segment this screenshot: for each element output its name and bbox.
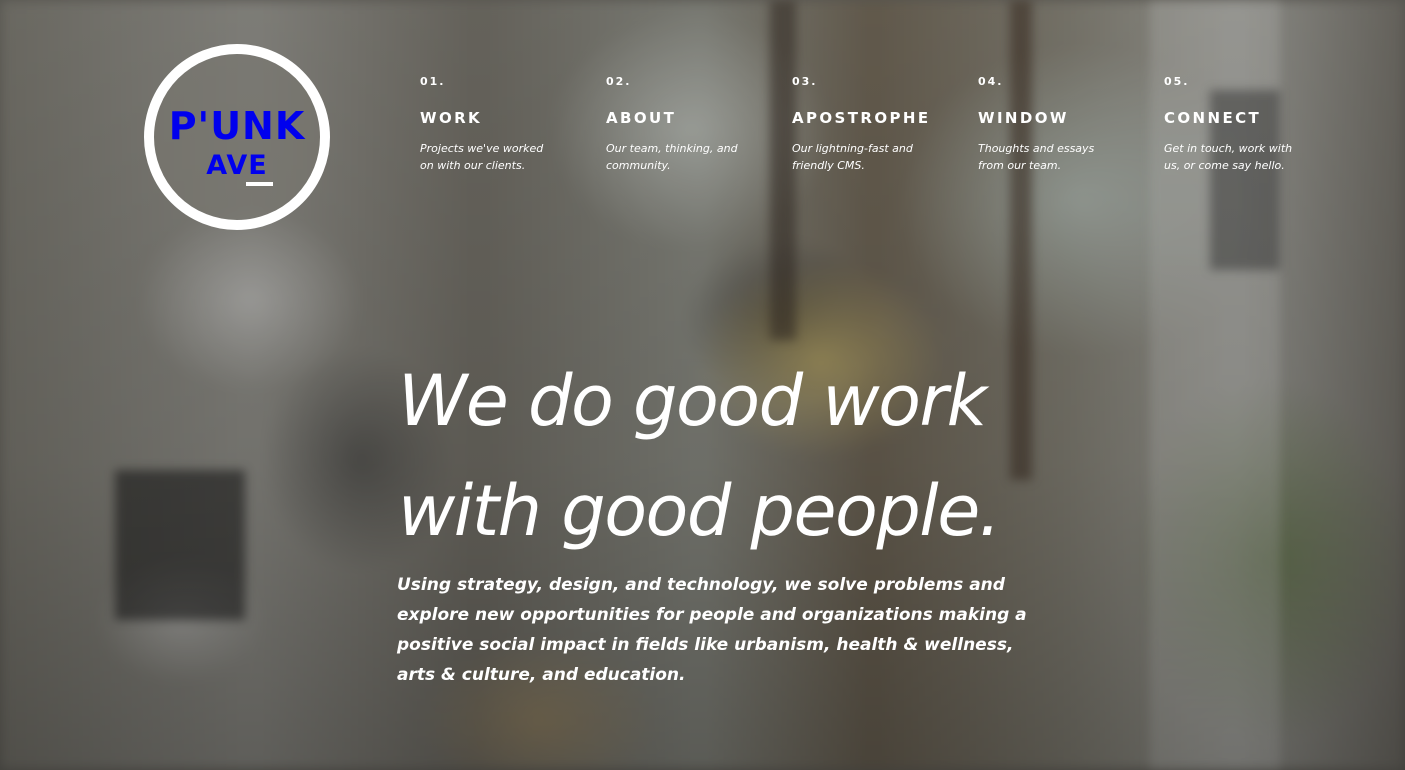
nav-item-number: 02. (606, 75, 632, 88)
logo-text-bottom: AVE (206, 150, 268, 181)
nav-item-description: Our lightning-fast and friendly CMS. (792, 142, 913, 172)
nav-item-about[interactable]: 02. ABOUT Our team, thinking, and commun… (606, 75, 776, 174)
nav-item-description: Get in touch, work with us, or come say … (1164, 142, 1293, 172)
nav-item-work[interactable]: 01. WORK Projects we've worked on with o… (420, 75, 590, 174)
logo-text-top: P'UNK (168, 104, 306, 148)
nav-item-title: APOSTROPHE (792, 109, 931, 127)
headline-line-1: We do good work (398, 360, 987, 442)
hero-headline: We do good work with good people. (398, 346, 1098, 566)
nav-item-description: Our team, thinking, and community. (606, 142, 738, 172)
nav-item-title: WINDOW (978, 109, 1069, 127)
nav-item-apostrophe[interactable]: 03. APOSTROPHE Our lightning-fast and fr… (792, 75, 962, 174)
nav-item-number: 05. (1164, 75, 1190, 88)
nav-item-title: CONNECT (1164, 109, 1262, 127)
nav-item-description: Projects we've worked on with our client… (420, 142, 544, 172)
nav-item-connect[interactable]: 05. CONNECT Get in touch, work with us, … (1164, 75, 1334, 174)
headline-line-2: with good people. (398, 470, 1001, 552)
logo-underline (246, 182, 273, 186)
nav-item-window[interactable]: 04. WINDOW Thoughts and essays from our … (978, 75, 1148, 174)
nav-item-title: ABOUT (606, 109, 677, 127)
main-navigation: 01. WORK Projects we've worked on with o… (420, 75, 1380, 185)
nav-item-number: 04. (978, 75, 1004, 88)
nav-item-description: Thoughts and essays from our team. (978, 142, 1095, 172)
nav-item-number: 01. (420, 75, 446, 88)
hero-tagline: Using strategy, design, and technology, … (397, 575, 1027, 685)
nav-item-title: WORK (420, 109, 483, 127)
nav-item-number: 03. (792, 75, 818, 88)
hero-section: P'UNK AVE 01. WORK Projects we've worked… (0, 0, 1405, 770)
punk-ave-logo[interactable]: P'UNK AVE (144, 44, 330, 230)
